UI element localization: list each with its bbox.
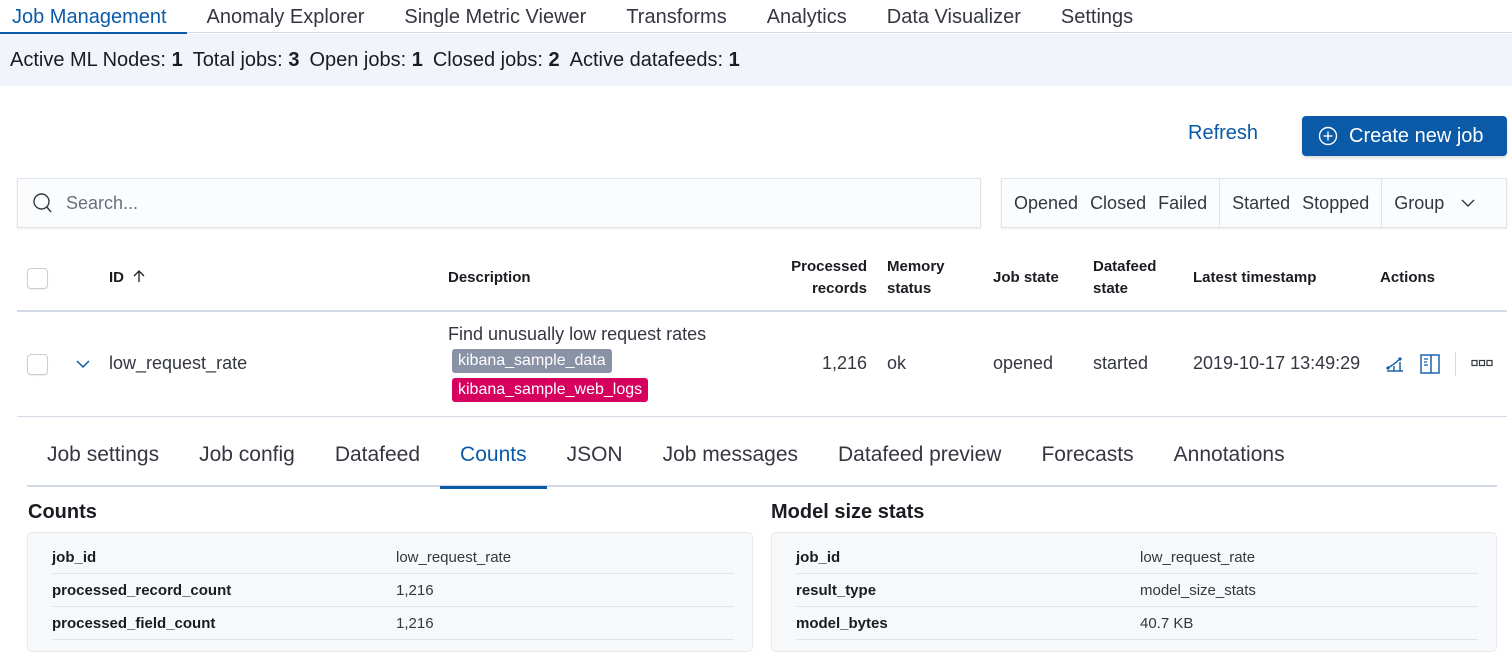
datafeed-state: started bbox=[1093, 353, 1149, 373]
tab-annotations[interactable]: Annotations bbox=[1154, 433, 1305, 487]
tab-job-messages[interactable]: Job messages bbox=[643, 433, 818, 487]
filter-group: Opened Closed Failed Started Stopped Gro… bbox=[1001, 178, 1507, 228]
group-filter-dropdown[interactable]: Group bbox=[1382, 179, 1482, 227]
tab-datafeed-preview[interactable]: Datafeed preview bbox=[818, 433, 1021, 487]
column-header-latest-timestamp[interactable]: Latest timestamp bbox=[1193, 267, 1316, 289]
stat-open-jobs: Open jobs: 1 bbox=[309, 48, 423, 71]
group-badge-kibana-sample-web-logs[interactable]: kibana_sample_web_logs bbox=[452, 378, 649, 402]
tab-data-visualizer[interactable]: Data Visualizer bbox=[867, 0, 1041, 33]
counts-key: processed_record_count bbox=[52, 581, 232, 599]
column-header-actions: Actions bbox=[1380, 269, 1436, 286]
job-id: low_request_rate bbox=[109, 353, 248, 373]
filter-failed[interactable]: Failed bbox=[1152, 193, 1213, 214]
stats-bar: Active ML Nodes: 1 Total jobs: 3 Open jo… bbox=[0, 34, 1512, 86]
counts-panel: job_id low_request_rate processed_record… bbox=[27, 532, 753, 652]
table-row: low_request_rate Find unusually low requ… bbox=[17, 312, 1507, 417]
column-header-processed-records[interactable]: Processed records bbox=[777, 256, 867, 300]
counts-key: processed_field_count bbox=[52, 614, 216, 632]
plus-in-circle-icon bbox=[1318, 126, 1338, 146]
counts-row: processed_record_count 1,216 bbox=[52, 574, 734, 607]
search-icon bbox=[33, 193, 52, 213]
refresh-button[interactable]: Refresh bbox=[1188, 122, 1258, 145]
tab-anomaly-explorer[interactable]: Anomaly Explorer bbox=[187, 0, 385, 33]
tab-job-management[interactable]: Job Management bbox=[0, 0, 187, 34]
filter-stopped[interactable]: Stopped bbox=[1296, 193, 1375, 214]
counts-value: 1,216 bbox=[396, 614, 434, 632]
model-size-stats-panel: job_id low_request_rate result_type mode… bbox=[771, 532, 1497, 652]
tab-forecasts[interactable]: Forecasts bbox=[1021, 433, 1153, 487]
stat-total-jobs: Total jobs: 3 bbox=[192, 48, 300, 71]
model-stats-row: job_id low_request_rate bbox=[796, 541, 1478, 574]
tab-settings[interactable]: Settings bbox=[1041, 0, 1153, 33]
filter-group-label: Group bbox=[1394, 192, 1445, 213]
counts-title: Counts bbox=[28, 501, 97, 523]
stat-active-ml-nodes: Active ML Nodes: 1 bbox=[10, 48, 183, 71]
tab-job-settings[interactable]: Job settings bbox=[27, 433, 179, 487]
tab-datafeed[interactable]: Datafeed bbox=[315, 433, 440, 487]
top-nav-tabs: Job Management Anomaly Explorer Single M… bbox=[0, 0, 1512, 34]
model-stats-key: model_bytes bbox=[796, 614, 888, 632]
job-description: Find unusually low request rates bbox=[448, 324, 707, 344]
job-state-filters: Opened Closed Failed bbox=[1002, 179, 1221, 227]
processed-records: 1,216 bbox=[821, 353, 867, 373]
tab-json[interactable]: JSON bbox=[547, 433, 643, 487]
counts-row: processed_field_count 1,216 bbox=[52, 607, 734, 640]
row-select-checkbox[interactable] bbox=[27, 354, 48, 375]
jobs-table-header: ID Description Processed records Memory … bbox=[17, 246, 1507, 312]
stat-closed-jobs: Closed jobs: 2 bbox=[432, 48, 560, 71]
group-badge-kibana-sample-data[interactable]: kibana_sample_data bbox=[452, 349, 612, 373]
stat-active-datafeeds: Active datafeeds: 1 bbox=[569, 48, 740, 71]
sort-ascending-icon bbox=[133, 270, 145, 282]
search-input[interactable] bbox=[66, 192, 946, 214]
model-stats-value: 40.7 KB bbox=[1140, 614, 1194, 632]
tab-job-config[interactable]: Job config bbox=[179, 433, 315, 487]
memory-status: ok bbox=[887, 353, 907, 373]
column-header-datafeed-state[interactable]: Datafeed state bbox=[1093, 256, 1156, 300]
filter-closed[interactable]: Closed bbox=[1084, 193, 1152, 214]
model-stats-value: low_request_rate bbox=[1140, 548, 1256, 566]
tab-analytics[interactable]: Analytics bbox=[747, 0, 867, 33]
view-results-chart-icon[interactable] bbox=[1385, 354, 1405, 374]
column-header-id[interactable]: ID bbox=[109, 267, 146, 289]
actions-separator bbox=[1455, 352, 1456, 376]
model-stats-row: result_type model_size_stats bbox=[796, 574, 1478, 607]
filter-started[interactable]: Started bbox=[1226, 193, 1296, 214]
column-header-description[interactable]: Description bbox=[448, 267, 531, 289]
counts-value: low_request_rate bbox=[396, 548, 512, 566]
select-all-checkbox[interactable] bbox=[27, 268, 48, 289]
model-size-stats-title: Model size stats bbox=[771, 501, 925, 523]
counts-value: 1,216 bbox=[396, 581, 434, 599]
model-stats-key: job_id bbox=[796, 548, 841, 566]
job-detail-tabs: Job settings Job config Datafeed Counts … bbox=[27, 433, 1497, 489]
latest-timestamp: 2019-10-17 13:49:29 bbox=[1193, 353, 1361, 373]
filter-opened[interactable]: Opened bbox=[1008, 193, 1084, 214]
tab-single-metric-viewer[interactable]: Single Metric Viewer bbox=[384, 0, 606, 33]
counts-key: job_id bbox=[52, 548, 97, 566]
tab-transforms[interactable]: Transforms bbox=[606, 0, 746, 33]
single-metric-viewer-icon[interactable] bbox=[1419, 353, 1441, 375]
counts-row: job_id low_request_rate bbox=[52, 541, 734, 574]
model-stats-row: model_bytes 40.7 KB bbox=[796, 607, 1478, 640]
chevron-down-icon bbox=[1461, 199, 1475, 207]
model-stats-key: result_type bbox=[796, 581, 877, 599]
create-new-job-button[interactable]: Create new job bbox=[1302, 116, 1507, 156]
column-header-memory-status[interactable]: Memory status bbox=[887, 256, 945, 300]
column-header-job-state[interactable]: Job state bbox=[993, 267, 1059, 289]
job-state: opened bbox=[993, 353, 1054, 373]
more-actions-icon[interactable] bbox=[1471, 359, 1493, 367]
create-new-job-label: Create new job bbox=[1349, 124, 1484, 147]
expand-row-chevron-icon[interactable] bbox=[75, 358, 91, 370]
datafeed-state-filters: Started Stopped bbox=[1220, 179, 1383, 227]
model-stats-value: model_size_stats bbox=[1140, 581, 1256, 599]
search-box bbox=[17, 178, 981, 228]
tab-counts[interactable]: Counts bbox=[440, 433, 547, 489]
